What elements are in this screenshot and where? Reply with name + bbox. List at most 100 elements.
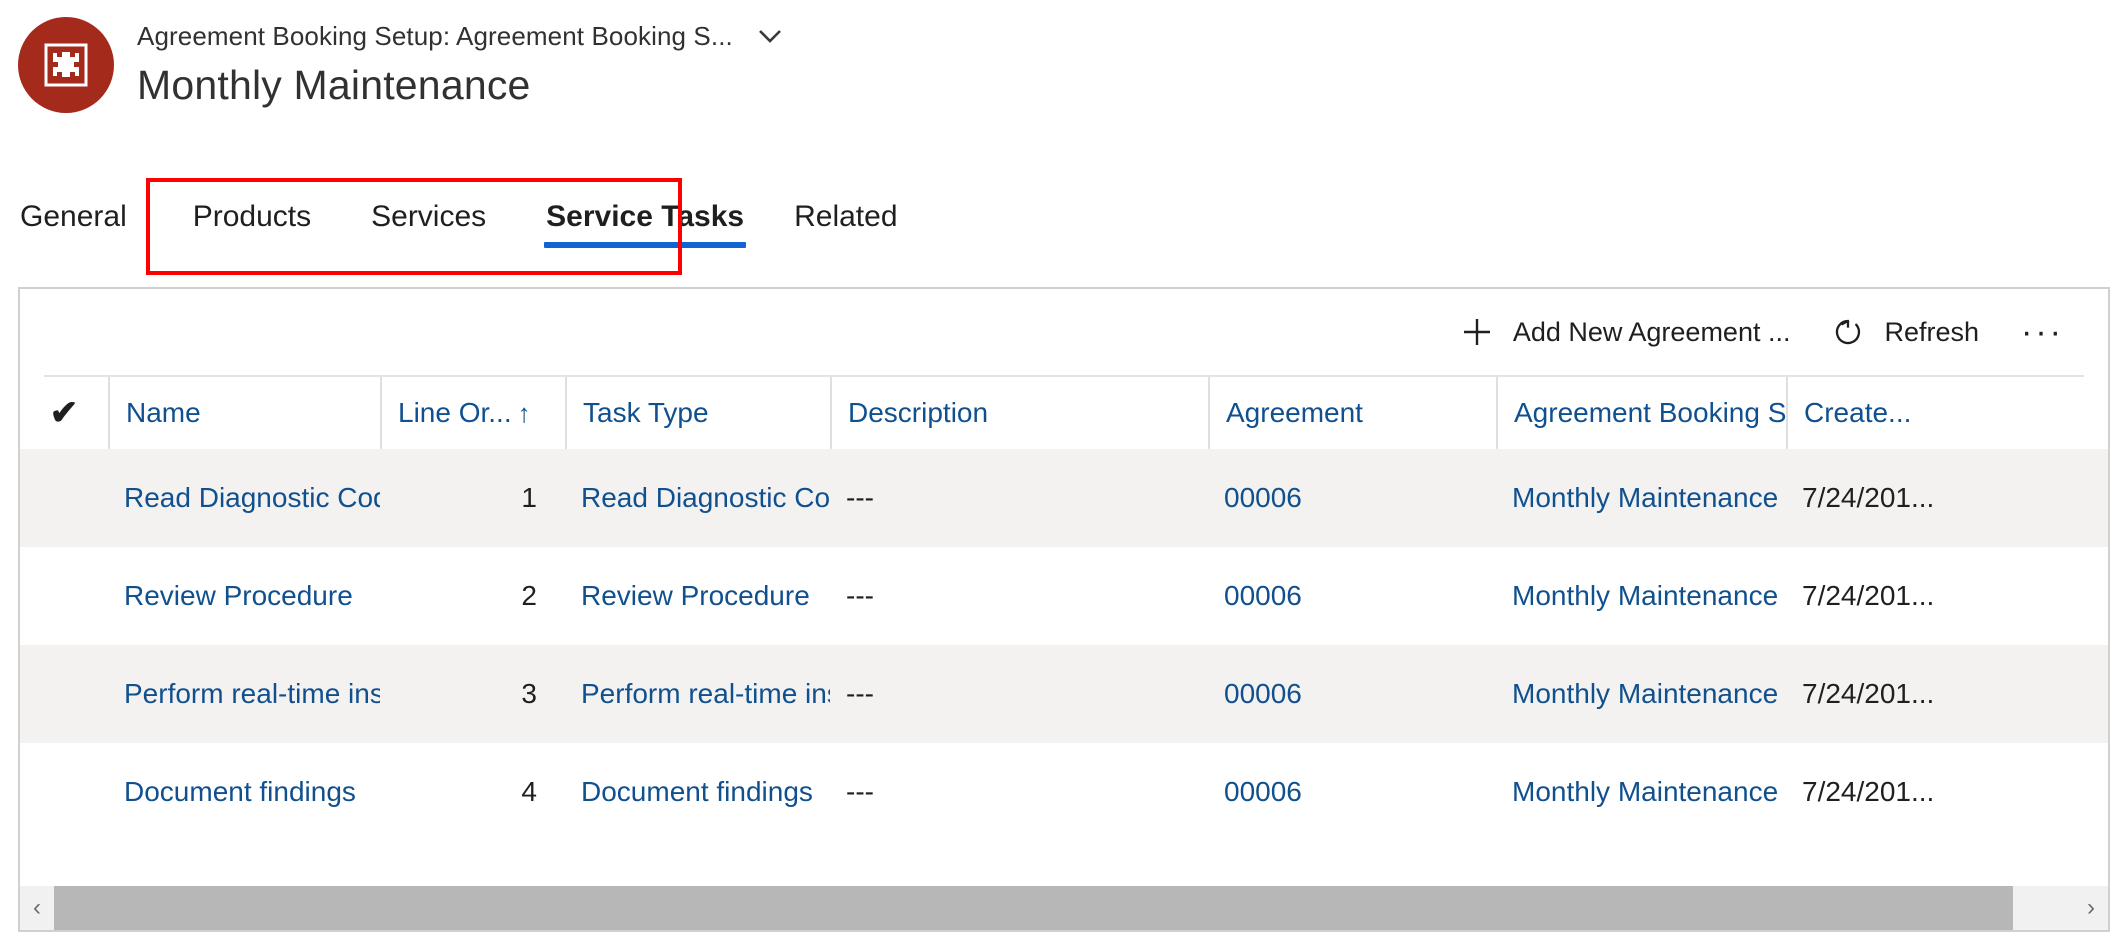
- tab-services[interactable]: Services: [369, 185, 488, 243]
- record-header: Agreement Booking Setup: Agreement Booki…: [0, 0, 2126, 150]
- tab-services-label: Services: [371, 200, 487, 233]
- cell-lineorder-value: 1: [521, 482, 537, 513]
- cell-agreement-booking-setup[interactable]: Monthly Maintenance: [1496, 580, 1786, 612]
- column-header-lineorder[interactable]: Line Or... ↑: [380, 377, 565, 449]
- breadcrumb: Agreement Booking Setup: Agreement Booki…: [137, 18, 787, 54]
- tab-general[interactable]: General: [18, 185, 129, 243]
- column-header-agreement-label: Agreement: [1226, 397, 1363, 428]
- agreement-booking-setup-icon: [43, 42, 89, 88]
- cell-agreement-link[interactable]: 00006: [1224, 776, 1496, 808]
- scroll-right-icon[interactable]: ›: [2074, 886, 2108, 930]
- column-header-tasktype[interactable]: Task Type: [565, 377, 830, 449]
- cell-description-value: ---: [846, 482, 874, 513]
- cell-agreement-booking-setup-link[interactable]: Monthly Maintenance: [1512, 482, 1786, 514]
- tab-service-tasks[interactable]: Service Tasks: [544, 185, 747, 248]
- cell-description-value: ---: [846, 776, 874, 807]
- cell-name[interactable]: Perform real-time inspections: [108, 678, 380, 710]
- cell-tasktype[interactable]: Document findings: [565, 776, 830, 808]
- cell-agreement-link[interactable]: 00006: [1224, 678, 1496, 710]
- cell-lineorder-value: 3: [521, 678, 537, 709]
- cell-tasktype-link[interactable]: Perform real-time inspections: [581, 678, 830, 710]
- cell-created-value: 7/24/201...: [1802, 678, 1935, 709]
- cell-name[interactable]: Document findings: [108, 776, 380, 808]
- cell-created: 7/24/201...: [1786, 776, 1986, 808]
- table-row[interactable]: Review Procedure 2 Review Procedure --- …: [20, 547, 2108, 645]
- add-new-agreement-button[interactable]: Add New Agreement ...: [1443, 304, 1805, 360]
- column-header-description-label: Description: [848, 397, 989, 428]
- tab-general-label: General: [20, 200, 127, 233]
- scroll-left-icon[interactable]: ‹: [20, 886, 54, 930]
- cell-agreement-booking-setup-link[interactable]: Monthly Maintenance: [1512, 580, 1786, 612]
- column-header-created[interactable]: Create...: [1786, 377, 1986, 449]
- scrollbar-track[interactable]: [54, 886, 2074, 930]
- grid-header-row: ✔ Name Line Or... ↑ Task Type Descriptio…: [20, 377, 2108, 449]
- cell-agreement-booking-setup[interactable]: Monthly Maintenance: [1496, 678, 1786, 710]
- tab-related-label: Related: [794, 200, 898, 233]
- more-commands-button[interactable]: ···: [2003, 304, 2082, 360]
- cell-agreement-booking-setup-link[interactable]: Monthly Maintenance: [1512, 678, 1786, 710]
- cell-agreement-booking-setup-link[interactable]: Monthly Maintenance: [1512, 776, 1786, 808]
- tab-products[interactable]: Products: [191, 185, 313, 243]
- cell-lineorder: 2: [380, 580, 565, 612]
- cell-tasktype-link[interactable]: Review Procedure: [581, 580, 830, 612]
- cell-description: ---: [830, 482, 1208, 514]
- grid-command-bar: Add New Agreement ... Refresh ···: [20, 289, 2108, 375]
- column-header-description[interactable]: Description: [830, 377, 1208, 449]
- cell-name[interactable]: Read Diagnostic Codes: [108, 482, 380, 514]
- cell-name-link[interactable]: Read Diagnostic Codes: [124, 482, 380, 514]
- cell-tasktype-link[interactable]: Document findings: [581, 776, 830, 808]
- refresh-label: Refresh: [1884, 316, 1980, 347]
- cell-name[interactable]: Review Procedure: [108, 580, 380, 612]
- cell-tasktype[interactable]: Perform real-time inspections: [565, 678, 830, 710]
- cell-agreement[interactable]: 00006: [1208, 678, 1496, 710]
- cell-name-link[interactable]: Document findings: [124, 776, 380, 808]
- horizontal-scrollbar[interactable]: ‹ ›: [20, 886, 2108, 930]
- tab-service-tasks-label: Service Tasks: [546, 200, 745, 233]
- select-all-cell[interactable]: ✔: [20, 377, 108, 449]
- cell-agreement[interactable]: 00006: [1208, 482, 1496, 514]
- column-header-lineorder-label: Line Or...: [398, 397, 512, 428]
- column-header-agreement-booking-setup[interactable]: Agreement Booking S...: [1496, 377, 1786, 449]
- cell-description-value: ---: [846, 580, 874, 611]
- cell-agreement-booking-setup[interactable]: Monthly Maintenance: [1496, 776, 1786, 808]
- cell-agreement[interactable]: 00006: [1208, 580, 1496, 612]
- cell-name-link[interactable]: Review Procedure: [124, 580, 380, 612]
- tab-strip: General Products Services Service Tasks …: [0, 185, 2126, 267]
- cell-tasktype-link[interactable]: Read Diagnostic Codes: [581, 482, 830, 514]
- cell-agreement-link[interactable]: 00006: [1224, 580, 1496, 612]
- cell-agreement-link[interactable]: 00006: [1224, 482, 1496, 514]
- page-title: Monthly Maintenance: [137, 62, 531, 108]
- cell-lineorder: 1: [380, 482, 565, 514]
- tab-active-underline: [544, 242, 747, 248]
- service-tasks-subgrid: Add New Agreement ... Refresh ··· ✔ Name: [18, 287, 2110, 932]
- cell-created: 7/24/201...: [1786, 580, 1986, 612]
- column-header-name[interactable]: Name: [108, 377, 380, 449]
- column-header-agreement[interactable]: Agreement: [1208, 377, 1496, 449]
- cell-agreement[interactable]: 00006: [1208, 776, 1496, 808]
- cell-created-value: 7/24/201...: [1802, 580, 1935, 611]
- sort-ascending-icon: ↑: [517, 397, 531, 428]
- table-row[interactable]: Read Diagnostic Codes 1 Read Diagnostic …: [20, 449, 2108, 547]
- cell-created: 7/24/201...: [1786, 482, 1986, 514]
- cell-created-value: 7/24/201...: [1802, 482, 1935, 513]
- cell-created-value: 7/24/201...: [1802, 776, 1935, 807]
- refresh-button[interactable]: Refresh: [1814, 304, 1993, 360]
- breadcrumb-label: Agreement Booking Setup: Agreement Booki…: [137, 20, 733, 51]
- column-header-agreement-booking-setup-label: Agreement Booking S...: [1514, 397, 1786, 428]
- cell-tasktype[interactable]: Review Procedure: [565, 580, 830, 612]
- cell-description-value: ---: [846, 678, 874, 709]
- table-row[interactable]: Document findings 4 Document findings --…: [20, 743, 2108, 841]
- cell-lineorder: 4: [380, 776, 565, 808]
- refresh-icon: [1828, 312, 1868, 352]
- cell-tasktype[interactable]: Read Diagnostic Codes: [565, 482, 830, 514]
- scrollbar-thumb[interactable]: [54, 886, 2014, 930]
- cell-name-link[interactable]: Perform real-time inspections: [124, 678, 380, 710]
- check-icon[interactable]: ✔: [50, 396, 79, 430]
- cell-lineorder: 3: [380, 678, 565, 710]
- chevron-down-icon[interactable]: [753, 19, 787, 53]
- tab-related[interactable]: Related: [792, 185, 899, 243]
- table-row[interactable]: Perform real-time inspections 3 Perform …: [20, 645, 2108, 743]
- add-new-agreement-label: Add New Agreement ...: [1512, 316, 1791, 347]
- cell-agreement-booking-setup[interactable]: Monthly Maintenance: [1496, 482, 1786, 514]
- cell-lineorder-value: 4: [521, 776, 537, 807]
